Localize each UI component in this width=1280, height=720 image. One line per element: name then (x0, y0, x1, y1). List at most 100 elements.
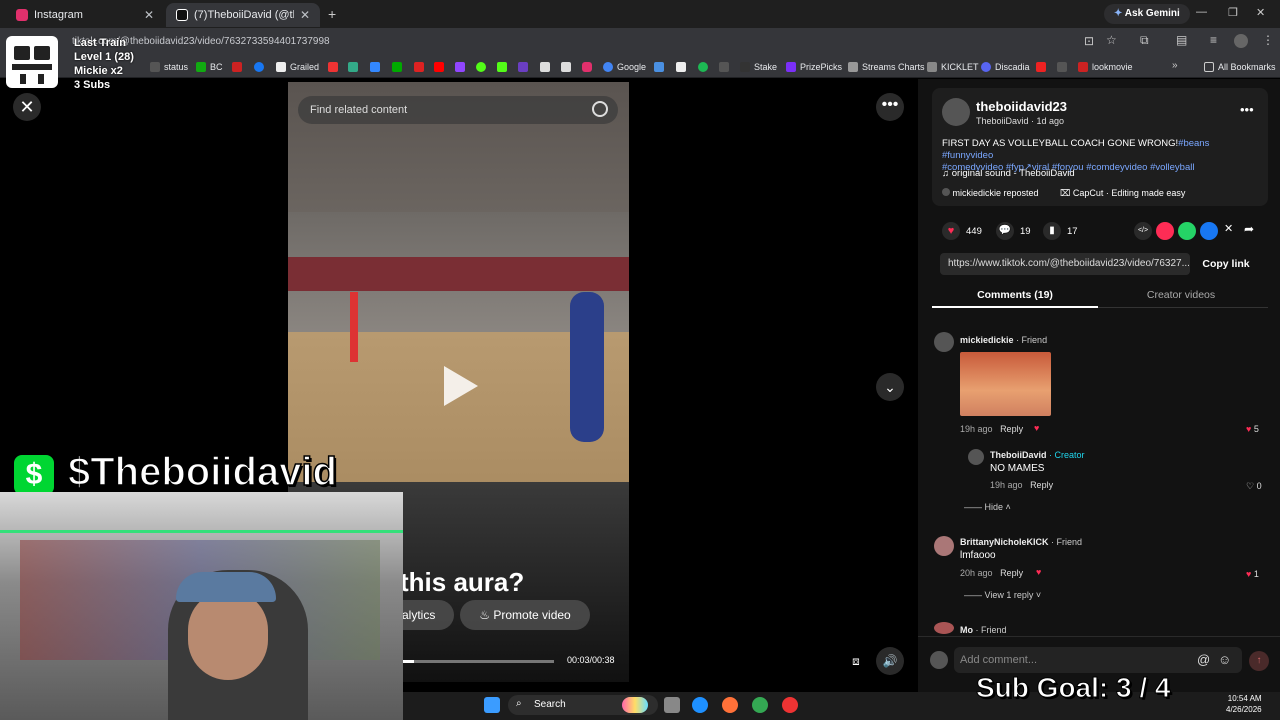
spotify-icon[interactable] (698, 62, 708, 72)
start-icon[interactable] (484, 697, 500, 713)
x-icon[interactable] (561, 62, 571, 72)
install-icon[interactable]: ⊡ (1084, 34, 1094, 48)
facebook-icon[interactable] (254, 62, 264, 72)
bookmark-status[interactable]: status (150, 60, 188, 74)
comment-author[interactable]: mickiedickie · Friend (960, 335, 1047, 345)
sidepanel-icon[interactable]: ▤ (1176, 33, 1187, 47)
all-bookmarks[interactable]: All Bookmarks (1204, 60, 1276, 74)
extensions-icon[interactable]: ⧉ (1140, 33, 1149, 48)
youtube-icon[interactable] (434, 62, 444, 72)
bookmark-icon[interactable] (328, 62, 338, 72)
related-content-search[interactable]: Find related content (298, 96, 618, 124)
bookmark-lookmovie[interactable]: lookmovie (1078, 60, 1133, 74)
close-video-icon[interactable]: ✕ (13, 93, 41, 121)
reply-avatar[interactable] (968, 449, 984, 465)
kick-icon[interactable] (476, 62, 486, 72)
url-field[interactable]: tiktok.com/@theboiidavid23/video/7632733… (72, 33, 1072, 51)
bookmark-icon[interactable] (654, 62, 664, 72)
bookmark-grailed[interactable]: Grailed (276, 60, 319, 74)
bookmark-kicklet[interactable]: KICKLET (927, 60, 979, 74)
reply-button[interactable]: Reply (1000, 568, 1023, 578)
facebook-share-button[interactable] (1200, 222, 1224, 240)
profile-avatar[interactable] (1234, 34, 1248, 48)
minimize-icon[interactable]: — (1196, 6, 1207, 18)
menu-dots-icon[interactable]: ⋮ (1262, 33, 1274, 47)
video-link-field[interactable]: https://www.tiktok.com/@theboiidavid23/v… (940, 253, 1190, 275)
capcut-link[interactable]: ⌧ CapCut · Editing made easy (1060, 188, 1185, 199)
comment-avatar[interactable] (934, 536, 954, 556)
twitch-icon[interactable] (455, 62, 465, 72)
bookmark-icon[interactable] (676, 62, 686, 72)
close-tab-icon[interactable]: ✕ (144, 8, 154, 22)
reply-likes[interactable]: ♡ 0 (1246, 481, 1262, 492)
whatsapp-button[interactable] (1178, 222, 1202, 240)
search-icon[interactable] (592, 101, 608, 117)
save-button[interactable]: ▮ 17 (1043, 222, 1078, 240)
creator-avatar[interactable] (942, 98, 970, 126)
pip-icon[interactable]: ⧈ (846, 651, 866, 671)
comment-avatar[interactable] (934, 332, 954, 352)
bookmark-bc[interactable]: BC (196, 60, 223, 74)
bookmark-discadia[interactable]: Discadia (981, 60, 1030, 74)
bookmark-icon[interactable] (414, 62, 424, 72)
play-icon[interactable] (444, 366, 478, 406)
reply-button[interactable]: Reply (1030, 480, 1053, 490)
next-video-icon[interactable]: ⌄ (876, 373, 904, 401)
taskbar-clock[interactable]: 10:54 AM 4/26/2026 (1226, 693, 1262, 715)
comment-author[interactable]: Mo · Friend (960, 625, 1007, 635)
bookmark-star-icon[interactable]: ☆ (1106, 33, 1117, 47)
edge-icon[interactable] (692, 697, 708, 713)
tiktok-icon[interactable] (540, 62, 550, 72)
volume-icon[interactable]: 🔊 (876, 647, 904, 675)
close-window-icon[interactable]: ✕ (1256, 6, 1265, 19)
bookmark-icon[interactable] (232, 62, 242, 72)
bookmark-icon[interactable] (518, 62, 528, 72)
bookmarks-overflow-icon[interactable]: » (1172, 60, 1178, 71)
close-tab-icon[interactable]: ✕ (300, 8, 310, 22)
kick-icon[interactable] (497, 62, 507, 72)
share-friends-button[interactable] (1156, 222, 1180, 240)
tab-search-icon[interactable]: ≡ (1210, 33, 1217, 47)
like-button[interactable]: ♥ 449 (942, 222, 982, 240)
view-replies-button[interactable]: —— View 1 reply ˅ (964, 590, 1041, 600)
bookmark-google[interactable]: Google (603, 60, 646, 74)
bookmark-prizepicks[interactable]: PrizePicks (786, 60, 842, 74)
share-more-button[interactable]: ➦ (1244, 222, 1254, 236)
bookmark-icon[interactable] (392, 62, 402, 72)
copy-link-button[interactable]: Copy link (1196, 253, 1256, 275)
comment-button[interactable]: 💬 19 (996, 222, 1031, 240)
firefox-icon[interactable] (722, 697, 738, 713)
bookmark-icon[interactable] (348, 62, 358, 72)
file-explorer-icon[interactable] (664, 697, 680, 713)
video-progress-bar[interactable] (402, 660, 554, 663)
bookmark-streams-charts[interactable]: Streams Charts (848, 60, 925, 74)
creator-username[interactable]: theboiidavid23 (976, 99, 1067, 114)
bookmark-icon[interactable] (370, 62, 380, 72)
bookmark-icon[interactable] (1057, 62, 1067, 72)
send-comment-icon[interactable]: ↑ (1249, 651, 1269, 671)
reply-author[interactable]: TheboiiDavid · Creator (990, 450, 1085, 460)
tab-creator-videos[interactable]: Creator videos (1098, 289, 1264, 301)
tab-instagram[interactable]: Instagram ✕ (6, 3, 164, 27)
mention-icon[interactable]: @ (1197, 652, 1210, 667)
tab-comments[interactable]: Comments (19) (932, 289, 1098, 301)
promote-video-button[interactable]: ♨ Promote video (460, 600, 590, 630)
ask-gemini-button[interactable]: ✦ Ask Gemini (1104, 4, 1190, 24)
tab-tiktok[interactable]: (7)TheboiiDavid (@theboiidavid ✕ (166, 3, 320, 27)
comment-author[interactable]: BrittanyNicholeKICK · Friend (960, 537, 1082, 547)
bookmark-icon[interactable] (719, 62, 729, 72)
post-more-icon[interactable]: ••• (1240, 102, 1254, 117)
sound-link[interactable]: ♫ original sound - TheboiiDavid (942, 168, 1075, 179)
widget-icon[interactable] (622, 697, 648, 713)
comment-likes[interactable]: ♥ 1 (1246, 569, 1259, 579)
comment-avatar[interactable] (934, 622, 954, 634)
restore-icon[interactable]: ❐ (1228, 6, 1238, 19)
app-icon[interactable] (782, 697, 798, 713)
hide-replies-button[interactable]: —— Hide ˄ (964, 502, 1011, 512)
embed-button[interactable]: </> (1134, 222, 1158, 240)
reply-button[interactable]: Reply (1000, 424, 1023, 434)
comment-likes[interactable]: ♥ 5 (1246, 424, 1259, 434)
new-tab-icon[interactable]: + (328, 6, 336, 22)
emoji-icon[interactable]: ☺ (1218, 652, 1231, 667)
bookmark-icon[interactable] (1036, 62, 1046, 72)
